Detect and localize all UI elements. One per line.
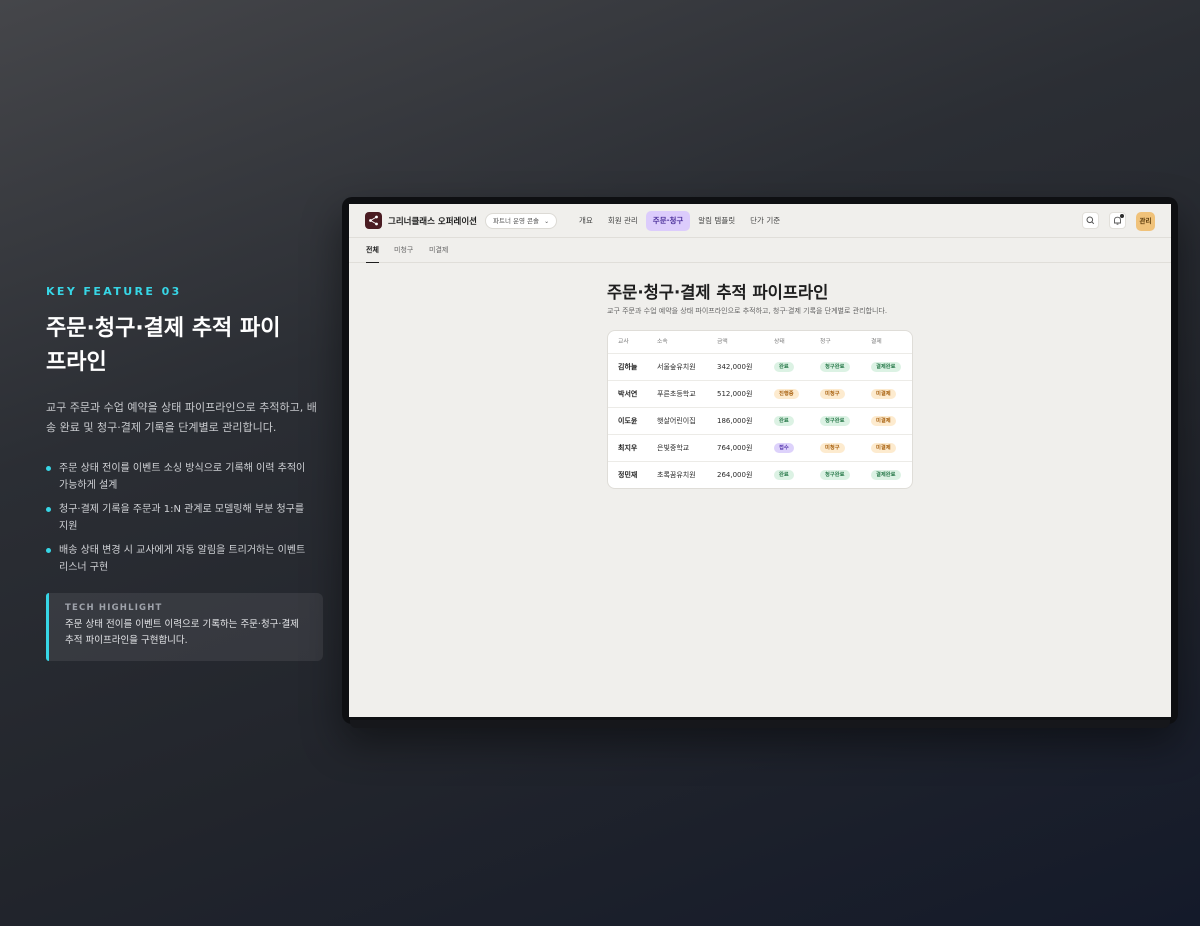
billing-badge: 미청구 (820, 389, 845, 399)
teacher-name: 김하늘 (618, 363, 638, 371)
sub-tab-bar: 전체 미청구 미결제 (349, 238, 1171, 263)
amount: 264,000원 (717, 471, 753, 479)
status-badge: 완료 (774, 416, 794, 426)
laptop-base (350, 720, 1170, 728)
orders-table: 교사 소속 금액 상태 청구 결제 김하늘 서울숲유치원 342,000원 완료… (607, 330, 913, 489)
feature-title: 주문·청구·결제 추적 파이프라인 (46, 316, 281, 375)
tab-unbilled[interactable]: 미청구 (394, 238, 413, 263)
teacher-name: 이도윤 (618, 417, 638, 425)
column-header[interactable]: 상태 (774, 331, 785, 354)
search-button[interactable] (1082, 212, 1099, 229)
status-badge: 접수 (774, 443, 794, 453)
payment-badge: 결제완료 (871, 362, 901, 372)
avatar[interactable]: 관리 (1136, 212, 1155, 231)
feature-bullet: 배송 상태 변경 시 교사에게 자동 알림을 트리거하는 이벤트 리스너 구현 (46, 542, 306, 576)
column-header[interactable]: 교사 (618, 331, 629, 354)
organization: 초록꿈유치원 (657, 471, 696, 479)
billing-badge: 청구완료 (820, 416, 850, 426)
amount: 764,000원 (717, 444, 753, 452)
nav-item-price-standards[interactable]: 단가 기준 (743, 211, 787, 231)
column-header[interactable]: 금액 (717, 331, 728, 354)
tab-unpaid[interactable]: 미결제 (429, 238, 448, 263)
share-nodes-icon[interactable] (365, 212, 382, 229)
search-icon (1086, 216, 1095, 225)
table-row[interactable]: 이도윤 햇살어린이집 186,000원 완료 청구완료 미결제 (608, 408, 912, 435)
status-badge: 진행중 (774, 389, 799, 399)
status-badge: 완료 (774, 470, 794, 480)
column-header[interactable]: 결제 (871, 331, 882, 354)
notifications-button[interactable] (1109, 212, 1126, 229)
app-header: 그리너클래스 오퍼레이션 파트너 운영 콘솔 ⌄ 개요 회원 관리 주문·청구 … (349, 204, 1171, 238)
app-brand[interactable]: 그리너클래스 오퍼레이션 (388, 215, 477, 227)
feature-kicker: KEY FEATURE 03 (46, 285, 182, 298)
tech-highlight-text: 주문 상태 전이를 이벤트 이력으로 기록하는 주문·청구·결제 추적 파이프라… (65, 619, 299, 646)
payment-badge: 미결제 (871, 443, 896, 453)
app-screen: 그리너클래스 오퍼레이션 파트너 운영 콘솔 ⌄ 개요 회원 관리 주문·청구 … (349, 204, 1171, 717)
feature-bullet-text: 주문 상태 전이를 이벤트 소싱 방식으로 기록해 이력 추적이 가능하게 설계 (59, 463, 306, 491)
amount: 342,000원 (717, 363, 753, 371)
bullet-dot-icon (46, 548, 51, 553)
feature-bullet-list: 주문 상태 전이를 이벤트 소싱 방식으로 기록해 이력 추적이 가능하게 설계… (46, 460, 326, 576)
status-badge: 완료 (774, 362, 794, 372)
organization: 푸른초등학교 (657, 390, 696, 398)
table-row[interactable]: 박서연 푸른초등학교 512,000원 진행중 미청구 미결제 (608, 381, 912, 408)
table-row[interactable]: 최지우 은빛중학교 764,000원 접수 미청구 미결제 (608, 435, 912, 462)
share-nodes-icon-svg (369, 215, 378, 226)
nav-item-members[interactable]: 회원 관리 (601, 211, 645, 231)
main-nav: 개요 회원 관리 주문·청구 알림 템플릿 단가 기준 (572, 211, 788, 231)
table-row[interactable]: 정민재 초록꿈유치원 264,000원 완료 청구완료 결제완료 (608, 462, 912, 488)
workspace-label: 파트너 운영 콘솔 (493, 217, 539, 225)
billing-badge: 미청구 (820, 443, 845, 453)
tech-highlight-box: TECH HIGHLIGHT 주문 상태 전이를 이벤트 이력으로 기록하는 주… (46, 593, 323, 661)
feature-bullet-text: 배송 상태 변경 시 교사에게 자동 알림을 트리거하는 이벤트 리스너 구현 (59, 545, 306, 573)
feature-description: 교구 주문과 수업 예약을 상태 파이프라인으로 추적하고, 배송 완료 및 청… (46, 401, 317, 434)
organization: 햇살어린이집 (657, 417, 696, 425)
column-header[interactable]: 소속 (657, 331, 668, 354)
nav-item-overview[interactable]: 개요 (572, 211, 600, 231)
notification-dot-icon (1120, 214, 1124, 218)
feature-bullet: 주문 상태 전이를 이벤트 소싱 방식으로 기록해 이력 추적이 가능하게 설계 (46, 460, 306, 494)
teacher-name: 정민재 (618, 471, 638, 479)
bullet-dot-icon (46, 507, 51, 512)
page-subtitle: 교구 주문과 수업 예약을 상태 파이프라인으로 추적하고, 청구·결제 기록을… (607, 307, 888, 315)
payment-badge: 결제완료 (871, 470, 901, 480)
feature-panel: KEY FEATURE 03 주문·청구·결제 추적 파이프라인 교구 주문과 … (46, 285, 326, 661)
organization: 은빛중학교 (657, 444, 690, 452)
nav-item-notification-templates[interactable]: 알림 템플릿 (691, 211, 742, 231)
page-title: 주문·청구·결제 추적 파이프라인 (607, 283, 829, 302)
bullet-dot-icon (46, 466, 51, 471)
billing-badge: 청구완료 (820, 470, 850, 480)
teacher-name: 박서연 (618, 390, 638, 398)
tech-highlight-label: TECH HIGHLIGHT (65, 603, 163, 613)
feature-bullet-text: 청구·결제 기록을 주문과 1:N 관계로 모델링해 부분 청구를 지원 (59, 504, 305, 532)
column-header[interactable]: 청구 (820, 331, 831, 354)
billing-badge: 청구완료 (820, 362, 850, 372)
laptop-frame: 그리너클래스 오퍼레이션 파트너 운영 콘솔 ⌄ 개요 회원 관리 주문·청구 … (342, 197, 1178, 724)
nav-item-orders-billing[interactable]: 주문·청구 (645, 211, 691, 231)
payment-badge: 미결제 (871, 389, 896, 399)
organization: 서울숲유치원 (657, 363, 696, 371)
amount: 186,000원 (717, 417, 753, 425)
workspace-selector[interactable]: 파트너 운영 콘솔 ⌄ (485, 213, 558, 229)
chevron-down-icon: ⌄ (544, 218, 550, 225)
feature-bullet: 청구·결제 기록을 주문과 1:N 관계로 모델링해 부분 청구를 지원 (46, 501, 306, 535)
teacher-name: 최지우 (618, 444, 638, 452)
tab-all[interactable]: 전체 (366, 238, 379, 263)
table-header-row: 교사 소속 금액 상태 청구 결제 (608, 331, 912, 354)
table-row[interactable]: 김하늘 서울숲유치원 342,000원 완료 청구완료 결제완료 (608, 354, 912, 381)
payment-badge: 미결제 (871, 416, 896, 426)
amount: 512,000원 (717, 390, 753, 398)
